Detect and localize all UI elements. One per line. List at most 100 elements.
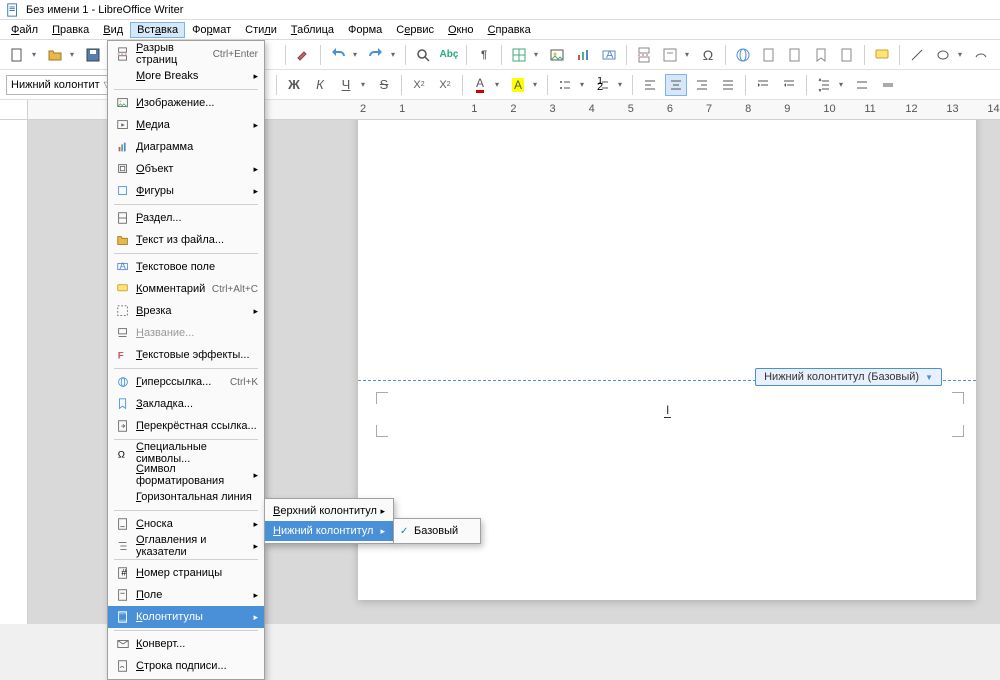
menu-item[interactable]: Символ форматирования▸ bbox=[108, 464, 264, 486]
align-center-button[interactable] bbox=[665, 74, 687, 96]
indent-inc-button[interactable] bbox=[752, 74, 774, 96]
menu-item[interactable]: КомментарийCtrl+Alt+C bbox=[108, 278, 264, 300]
menu-item[interactable]: Закладка... bbox=[108, 393, 264, 415]
dropdown-icon[interactable]: ▾ bbox=[685, 50, 693, 59]
strike-button[interactable]: S bbox=[373, 74, 395, 96]
menu-item[interactable]: Строка подписи... bbox=[108, 655, 264, 677]
menu-item[interactable]: Объект▸ bbox=[108, 158, 264, 180]
menu-item[interactable]: ΩСпециальные символы... bbox=[108, 442, 264, 464]
dropdown-icon[interactable]: ▾ bbox=[618, 80, 626, 89]
image-button[interactable] bbox=[546, 44, 568, 66]
save-button[interactable] bbox=[82, 44, 104, 66]
menu-item[interactable]: Текст из файла... bbox=[108, 229, 264, 251]
dropdown-icon[interactable]: ▾ bbox=[534, 50, 542, 59]
bullets-button[interactable] bbox=[554, 74, 576, 96]
dropdown-icon[interactable]: ▾ bbox=[353, 50, 361, 59]
footer-style-submenu[interactable]: ✓Базовый bbox=[393, 518, 481, 544]
menu-item[interactable]: AТекстовое поле bbox=[108, 256, 264, 278]
menu-tools[interactable]: Сервис bbox=[389, 22, 441, 38]
dropdown-icon[interactable]: ▾ bbox=[70, 50, 78, 59]
undo-button[interactable] bbox=[327, 44, 349, 66]
textbox-button[interactable]: A bbox=[598, 44, 620, 66]
menu-item[interactable]: Диаграмма bbox=[108, 136, 264, 158]
menu-item[interactable]: More Breaks▸ bbox=[108, 65, 264, 87]
comment-button[interactable] bbox=[871, 44, 893, 66]
indent-dec-button[interactable] bbox=[778, 74, 800, 96]
dropdown-icon[interactable]: ▾ bbox=[958, 50, 966, 59]
menu-item[interactable]: Сноска▸ bbox=[108, 513, 264, 535]
vertical-ruler[interactable] bbox=[0, 120, 28, 624]
para-spacing-inc-button[interactable] bbox=[851, 74, 873, 96]
menu-item[interactable]: Разрыв страницCtrl+Enter bbox=[108, 43, 264, 65]
line-spacing-button[interactable] bbox=[813, 74, 835, 96]
menu-item[interactable]: Гиперссылка...Ctrl+K bbox=[108, 371, 264, 393]
underline-button[interactable]: Ч bbox=[335, 74, 357, 96]
menu-bar[interactable]: Файл Правка Вид Вставка Формат Стили Таб… bbox=[0, 20, 1000, 40]
superscript-button[interactable]: X2 bbox=[408, 74, 430, 96]
menu-item[interactable]: Фигуры▸ bbox=[108, 180, 264, 202]
open-button[interactable] bbox=[44, 44, 66, 66]
justify-button[interactable] bbox=[717, 74, 739, 96]
dropdown-icon[interactable]: ▾ bbox=[361, 80, 369, 89]
page-number-field[interactable]: I bbox=[664, 403, 671, 418]
bookmark-button[interactable] bbox=[810, 44, 832, 66]
menu-item[interactable]: Изображение... bbox=[108, 92, 264, 114]
dropdown-icon[interactable]: ▾ bbox=[533, 80, 541, 89]
find-button[interactable] bbox=[412, 44, 434, 66]
menu-file[interactable]: Файл bbox=[4, 22, 45, 38]
menu-item[interactable]: Оглавления и указатели▸ bbox=[108, 535, 264, 557]
special-char-button[interactable]: Ω bbox=[697, 44, 719, 66]
menu-item[interactable]: FТекстовые эффекты... bbox=[108, 344, 264, 366]
menu-help[interactable]: Справка bbox=[481, 22, 538, 38]
shapes-button[interactable] bbox=[932, 44, 954, 66]
menu-item[interactable]: Перекрёстная ссылка... bbox=[108, 415, 264, 437]
menu-format[interactable]: Формат bbox=[185, 22, 238, 38]
submenu-item[interactable]: ✓Базовый bbox=[394, 521, 480, 541]
paragraph-style-combo[interactable]: Нижний колонтит▽ bbox=[6, 75, 116, 95]
menu-table[interactable]: Таблица bbox=[284, 22, 341, 38]
insert-menu-dropdown[interactable]: Разрыв страницCtrl+EnterMore Breaks▸ Изоб… bbox=[107, 40, 265, 680]
new-doc-button[interactable] bbox=[6, 44, 28, 66]
bold-button[interactable]: Ж bbox=[283, 74, 305, 96]
redo-button[interactable] bbox=[365, 44, 387, 66]
menu-item[interactable]: Раздел... bbox=[108, 207, 264, 229]
subscript-button[interactable]: X2 bbox=[434, 74, 456, 96]
field-button[interactable] bbox=[659, 44, 681, 66]
chart-button[interactable] bbox=[572, 44, 594, 66]
submenu-item[interactable]: Нижний колонтитул▸ bbox=[265, 521, 393, 541]
align-right-button[interactable] bbox=[691, 74, 713, 96]
pagebreak-button[interactable] bbox=[633, 44, 655, 66]
highlight-button[interactable]: A bbox=[507, 74, 529, 96]
submenu-item[interactable]: Верхний колонтитул▸ bbox=[265, 501, 393, 521]
dropdown-icon[interactable]: ▾ bbox=[32, 50, 40, 59]
menu-item[interactable]: #Номер страницы bbox=[108, 562, 264, 584]
menu-item[interactable]: Поле▸ bbox=[108, 584, 264, 606]
table-button[interactable] bbox=[508, 44, 530, 66]
hyperlink-button[interactable] bbox=[732, 44, 754, 66]
dropdown-icon[interactable]: ▾ bbox=[580, 80, 588, 89]
footnote-button[interactable] bbox=[758, 44, 780, 66]
menu-item[interactable]: Конверт... bbox=[108, 633, 264, 655]
menu-item[interactable]: Название... bbox=[108, 322, 264, 344]
dropdown-icon[interactable]: ▾ bbox=[391, 50, 399, 59]
font-color-button[interactable]: A bbox=[469, 74, 491, 96]
menu-insert[interactable]: Вставка bbox=[130, 22, 185, 38]
menu-item[interactable]: Колонтитулы▸ bbox=[108, 606, 264, 628]
endnote-button[interactable] bbox=[784, 44, 806, 66]
menu-item[interactable]: Горизонтальная линия bbox=[108, 486, 264, 508]
menu-form[interactable]: Форма bbox=[341, 22, 389, 38]
menu-edit[interactable]: Правка bbox=[45, 22, 96, 38]
line-button[interactable] bbox=[906, 44, 928, 66]
footer-indicator[interactable]: Нижний колонтитул (Базовый) ▼ bbox=[755, 368, 942, 386]
menu-view[interactable]: Вид bbox=[96, 22, 130, 38]
crossref-button[interactable] bbox=[836, 44, 858, 66]
header-footer-submenu[interactable]: Верхний колонтитул▸Нижний колонтитул▸ bbox=[264, 498, 394, 544]
para-spacing-dec-button[interactable] bbox=[877, 74, 899, 96]
paint-button[interactable] bbox=[292, 44, 314, 66]
menu-window[interactable]: Окно bbox=[441, 22, 481, 38]
numbering-button[interactable]: 12 bbox=[592, 74, 614, 96]
spellcheck-button[interactable]: Abç bbox=[438, 44, 460, 66]
menu-item[interactable]: Врезка▸ bbox=[108, 300, 264, 322]
nonprinting-button[interactable]: ¶ bbox=[473, 44, 495, 66]
italic-button[interactable]: К bbox=[309, 74, 331, 96]
